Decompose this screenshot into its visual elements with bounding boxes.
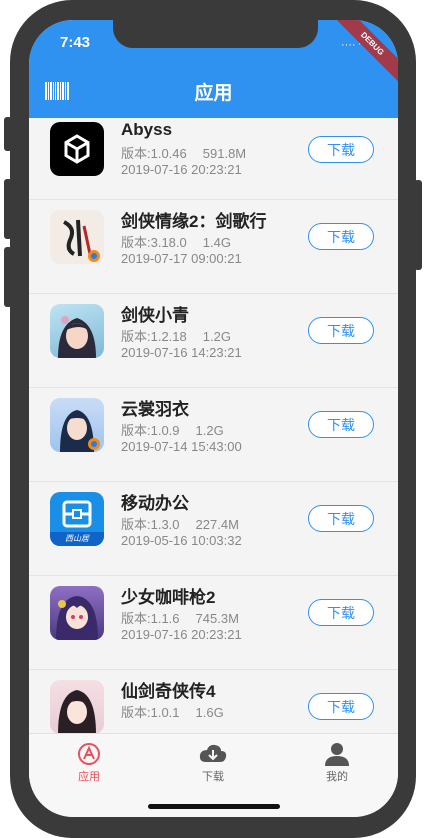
- app-meta: 版本:1.0.1 1.6G: [121, 702, 224, 721]
- xianjian-portrait-icon: [50, 680, 104, 734]
- home-indicator: [148, 804, 280, 809]
- app-size: 1.2G: [195, 423, 224, 438]
- cloud-download-icon: [199, 744, 227, 762]
- app-date: 2019-07-16 20:23:21: [121, 627, 242, 642]
- screen: 7:43 ···· ◠ DEBUG 应用: [29, 20, 398, 817]
- download-button[interactable]: 下载: [308, 599, 374, 626]
- list-item[interactable]: 云裳羽衣 版本:1.0.9 1.2G 2019-07-14 15:43:00 下载: [29, 388, 398, 482]
- app-size: 591.8M: [202, 146, 247, 161]
- tab-downloads[interactable]: 下载: [173, 742, 253, 784]
- list-item[interactable]: 西山居 移动办公 版本:1.3.0 227.4M 2019-05-16 10:03…: [29, 482, 398, 576]
- app-meta: 版本:3.18.0 1.4G: [121, 232, 231, 251]
- power-button: [414, 180, 422, 270]
- tab-profile[interactable]: 我的: [297, 742, 377, 784]
- download-button[interactable]: 下载: [308, 411, 374, 438]
- app-name: 移动办公: [121, 494, 189, 513]
- app-version: 版本:3.18.0: [121, 235, 187, 250]
- app-meta: 版本:1.0.46 591.8M: [121, 143, 246, 162]
- app-date: 2019-07-17 09:00:21: [121, 251, 242, 266]
- app-name: Abyss: [121, 120, 173, 139]
- status-time: 7:43: [60, 34, 91, 51]
- app-name: 仙剑奇侠传4: [121, 682, 216, 701]
- app-meta: 版本:1.3.0 227.4M: [121, 514, 239, 533]
- signal-icon: ····: [340, 39, 356, 51]
- download-button[interactable]: 下载: [308, 317, 374, 344]
- download-button[interactable]: 下载: [308, 136, 374, 163]
- app-version: 版本:1.3.0: [121, 517, 180, 532]
- office-app-caption: 西山居: [65, 534, 89, 543]
- office-app-icon: 西山居: [50, 492, 104, 546]
- list-item[interactable]: 剑侠情缘2：剑歌行 版本:3.18.0 1.4G 2019-07-17 09:00…: [29, 200, 398, 294]
- anime-girl-icon: [50, 586, 104, 640]
- app-size: 1.2G: [202, 329, 231, 344]
- app-version: 版本:1.0.9: [121, 423, 180, 438]
- notch: [113, 20, 318, 48]
- tab-label: 应用: [78, 771, 100, 783]
- unity-icon: [50, 122, 104, 176]
- app-size: 745.3M: [195, 611, 239, 626]
- heroine-portrait-icon: [50, 304, 104, 358]
- sword-calligraphy-icon: [50, 210, 104, 264]
- app-meta: 版本:1.0.9 1.2G: [121, 420, 224, 439]
- app-date: 2019-07-14 15:43:00: [121, 439, 242, 454]
- app-size: 227.4M: [195, 517, 239, 532]
- app-date: 2019-07-16 14:23:21: [121, 345, 242, 360]
- person-icon: [325, 743, 349, 766]
- app-version: 版本:1.0.1: [121, 705, 180, 720]
- app-date: 2019-05-16 10:03:32: [121, 533, 242, 548]
- volume-up-button: [4, 179, 12, 239]
- app-date: 2019-07-16 20:23:21: [121, 162, 242, 177]
- app-list: Abyss 版本:1.0.46 591.8M 2019-07-16 20:23:2…: [29, 118, 398, 764]
- list-item[interactable]: 少女咖啡枪2 版本:1.1.6 745.3M 2019-07-16 20:23:2…: [29, 576, 398, 670]
- apps-icon: [78, 743, 100, 765]
- app-version: 版本:1.0.46: [121, 146, 187, 161]
- app-size: 1.4G: [202, 235, 231, 250]
- app-meta: 版本:1.2.18 1.2G: [121, 326, 231, 345]
- app-meta: 版本:1.1.6 745.3M: [121, 608, 239, 627]
- app-name: 剑侠小青: [121, 306, 189, 325]
- debug-banner: DEBUG: [329, 20, 398, 87]
- list-item[interactable]: Abyss 版本:1.0.46 591.8M 2019-07-16 20:23:2…: [29, 118, 398, 200]
- app-name: 少女咖啡枪2: [121, 588, 216, 607]
- page-title: 应用: [194, 83, 233, 104]
- mute-switch: [4, 117, 12, 151]
- volume-down-button: [4, 247, 12, 307]
- app-name: 云裳羽衣: [121, 400, 189, 419]
- tab-label: 下载: [202, 771, 224, 783]
- tab-apps[interactable]: 应用: [49, 742, 129, 784]
- app-name: 剑侠情缘2：剑歌行: [121, 212, 267, 231]
- app-bar: 7:43 ···· ◠ DEBUG 应用: [29, 20, 398, 118]
- app-version: 版本:1.2.18: [121, 329, 187, 344]
- app-version: 版本:1.1.6: [121, 611, 180, 626]
- fairy-portrait-icon: [50, 398, 104, 452]
- tab-label: 我的: [326, 771, 348, 783]
- download-button[interactable]: 下载: [308, 693, 374, 720]
- download-button[interactable]: 下载: [308, 223, 374, 250]
- list-item[interactable]: 剑侠小青 版本:1.2.18 1.2G 2019-07-16 14:23:21 下…: [29, 294, 398, 388]
- download-button[interactable]: 下载: [308, 505, 374, 532]
- app-size: 1.6G: [195, 705, 224, 720]
